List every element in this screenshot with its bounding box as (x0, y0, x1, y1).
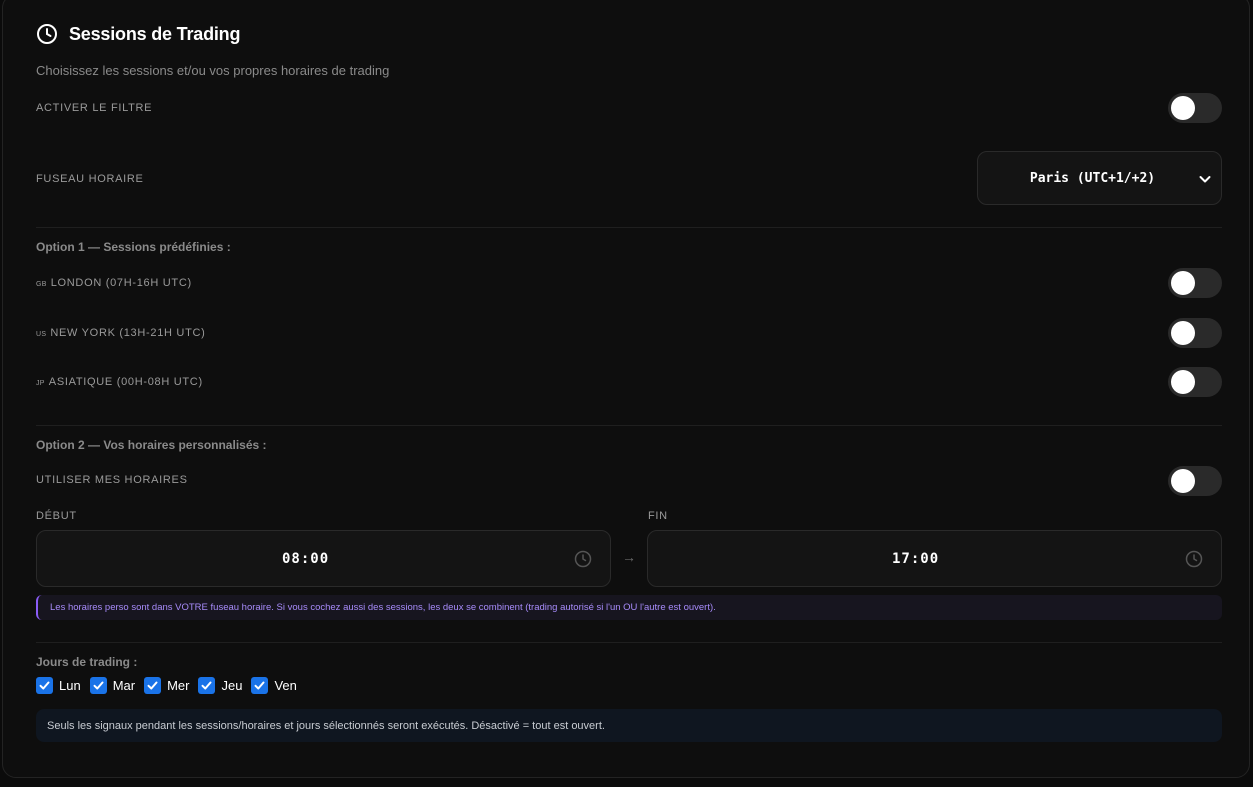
checkbox-checked-icon[interactable] (89, 677, 107, 694)
timezone-value: Paris (UTC+1/+2) (1029, 170, 1156, 186)
day-checkbox-mar[interactable]: Mar (89, 677, 136, 694)
page-title: Sessions de Trading (69, 23, 241, 44)
page-subtitle: Choisissez les sessions et/ou vos propre… (36, 63, 390, 78)
day-label: Lun (59, 678, 81, 693)
checkbox-checked-icon[interactable] (198, 677, 216, 694)
divider (36, 642, 1222, 643)
execution-info-note: Seuls les signaux pendant les sessions/h… (36, 709, 1222, 742)
day-label: Mar (112, 678, 136, 693)
custom-hours-info-text: Les horaires perso sont dans VOTRE fusea… (50, 602, 716, 613)
trading-sessions-card (2, 0, 1250, 778)
day-label: Jeu (221, 678, 243, 693)
trading-days-title: Jours de trading : (36, 655, 138, 669)
custom-hours-info-note: Les horaires perso sont dans VOTRE fusea… (36, 595, 1222, 620)
flag-gb: GB (36, 281, 47, 288)
option2-title: Option 2 — Vos horaires personnalisés : (36, 438, 267, 452)
divider (36, 227, 1222, 228)
day-label: Ven (274, 678, 297, 693)
toggle-knob (1171, 370, 1195, 394)
clock-icon[interactable] (1185, 550, 1203, 568)
start-time-value: 08:00 (282, 551, 330, 567)
toggle-knob (1171, 469, 1195, 493)
card-header: Sessions de Trading (36, 22, 240, 46)
range-arrow: → (622, 549, 636, 565)
toggle-knob (1171, 96, 1195, 120)
day-checkbox-lun[interactable]: Lun (36, 677, 81, 694)
filter-label: ACTIVER LE FILTRE (36, 102, 153, 114)
execution-info-text: Seuls les signaux pendant les sessions/h… (47, 719, 605, 732)
end-time-label: FIN (648, 510, 668, 522)
timezone-label: FUSEAU HORAIRE (36, 173, 144, 185)
timezone-select[interactable]: Paris (UTC+1/+2) (977, 151, 1222, 205)
day-checkbox-jeu[interactable]: Jeu (198, 677, 242, 694)
toggle-knob (1171, 321, 1195, 345)
end-time-value: 17:00 (892, 551, 940, 567)
use-custom-hours-label: UTILISER MES HORAIRES (36, 474, 188, 486)
session-london-toggle[interactable] (1168, 268, 1222, 298)
use-custom-hours-toggle[interactable] (1168, 466, 1222, 496)
checkbox-checked-icon[interactable] (144, 677, 162, 694)
trading-days-list: Lun Mar Mer Jeu Ven (36, 677, 306, 694)
session-newyork-toggle[interactable] (1168, 318, 1222, 348)
filter-toggle[interactable] (1168, 93, 1222, 123)
checkbox-checked-icon[interactable] (36, 677, 53, 694)
option1-title: Option 1 — Sessions prédéfinies : (36, 240, 231, 254)
day-checkbox-mer[interactable]: Mer (144, 677, 189, 694)
session-london-label: GB LONDON (07H-16H UTC) (36, 277, 192, 289)
end-time-input[interactable]: 17:00 (647, 530, 1222, 587)
start-time-label: DÉBUT (36, 510, 77, 522)
flag-us: US (36, 331, 47, 338)
start-time-input[interactable]: 08:00 (36, 530, 611, 587)
divider (36, 425, 1222, 426)
session-newyork-label: US NEW YORK (13H-21H UTC) (36, 327, 206, 339)
day-label: Mer (167, 678, 190, 693)
session-asia-toggle[interactable] (1168, 367, 1222, 397)
checkbox-checked-icon[interactable] (251, 677, 269, 694)
day-checkbox-ven[interactable]: Ven (251, 677, 297, 694)
clock-icon[interactable] (574, 550, 592, 568)
chevron-down-icon (1197, 171, 1213, 187)
toggle-knob (1171, 271, 1195, 295)
clock-icon (36, 23, 58, 45)
flag-jp: JP (36, 380, 45, 387)
session-asia-label: JP ASIATIQUE (00H-08H UTC) (36, 376, 203, 388)
